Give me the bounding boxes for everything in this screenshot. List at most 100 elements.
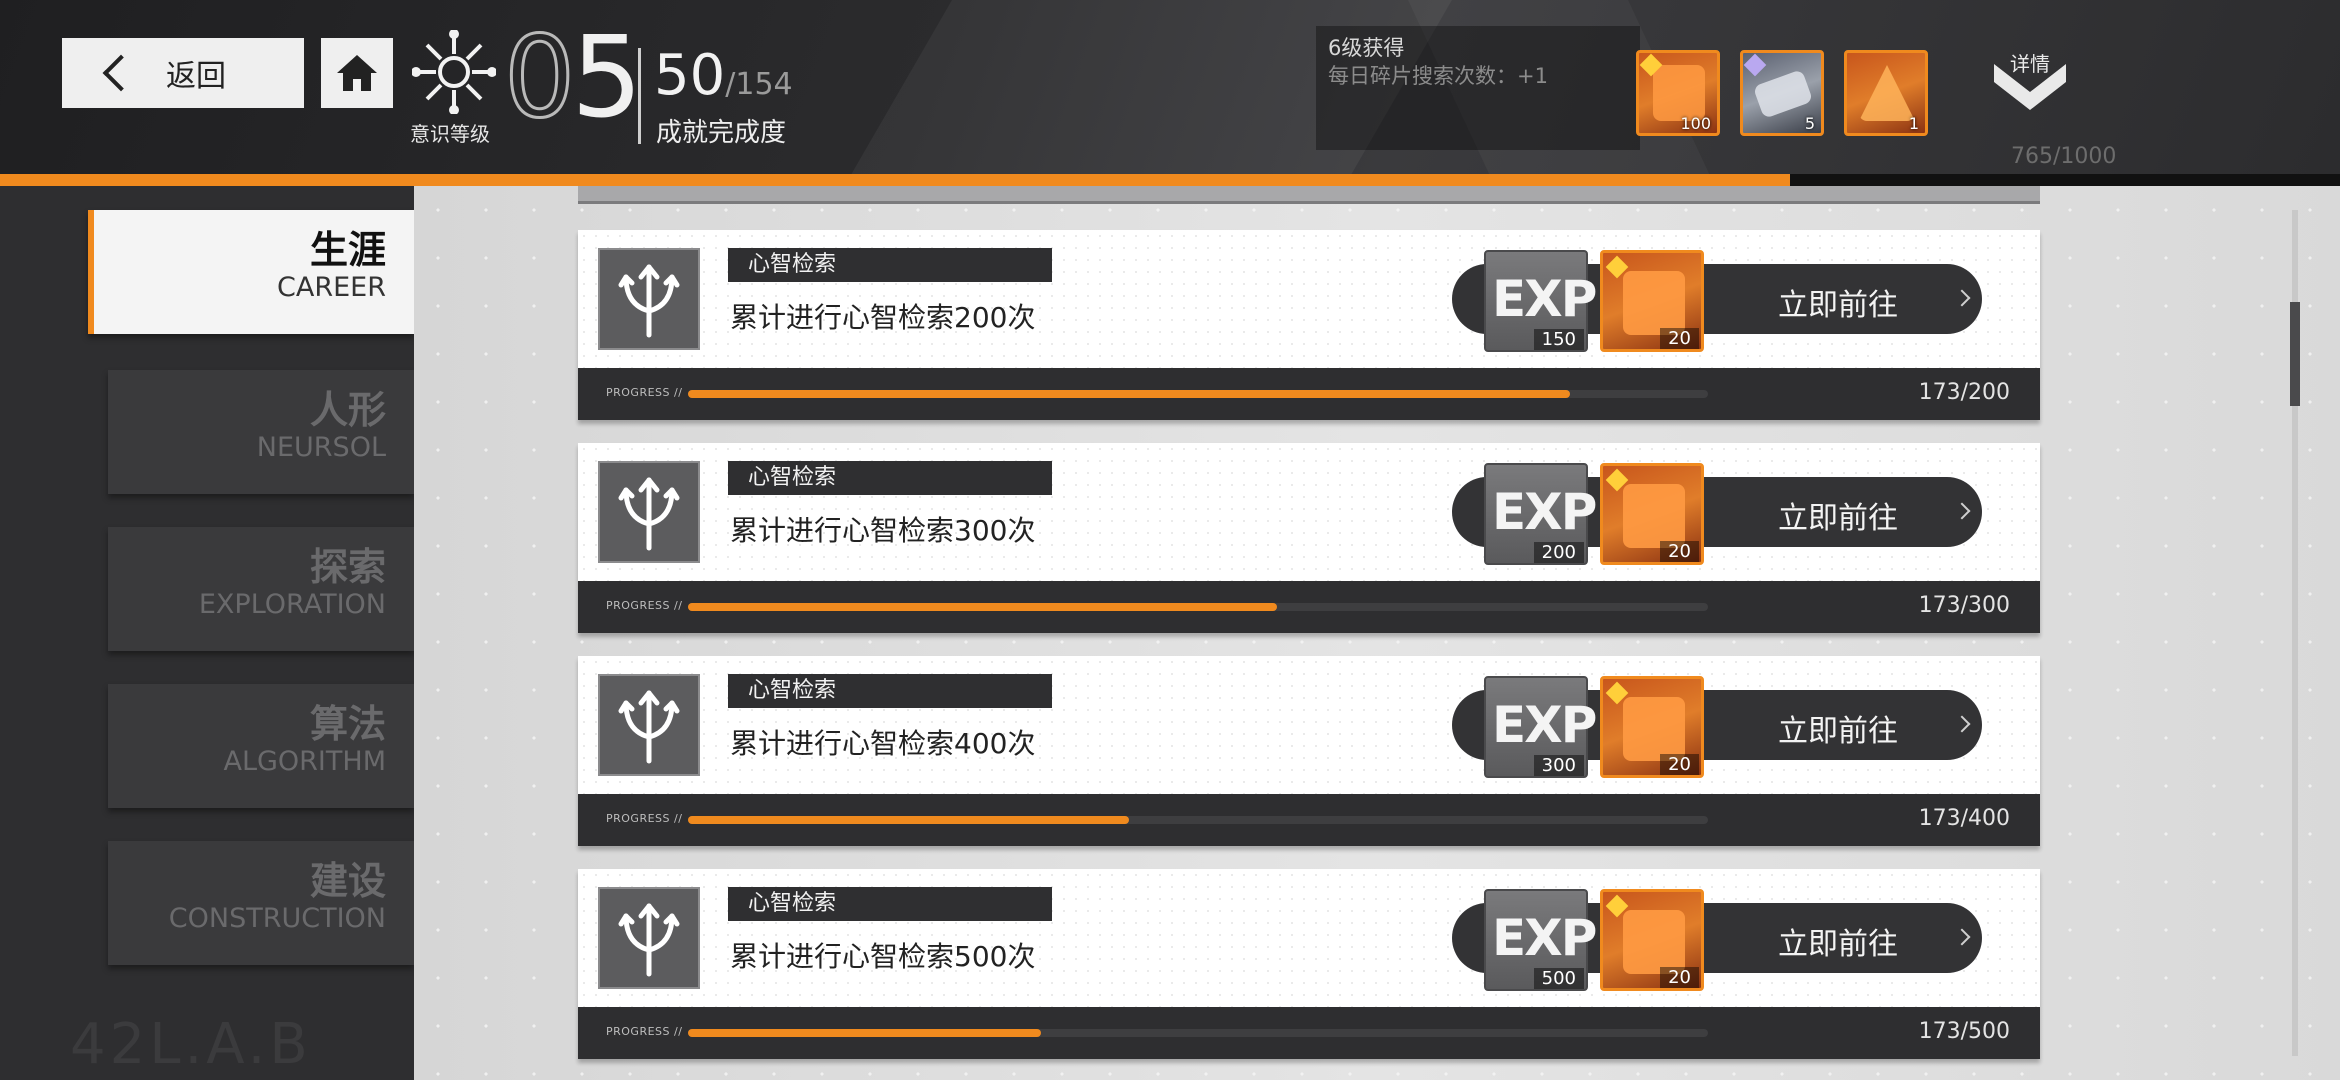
fragment-icon xyxy=(1623,484,1685,548)
exp-qty: 300 xyxy=(1533,755,1584,776)
tab-exploration[interactable]: 探索 EXPLORATION xyxy=(108,527,414,651)
fragment-reward: 20 xyxy=(1600,250,1704,352)
divider xyxy=(638,48,641,144)
progress-bar xyxy=(688,390,1708,398)
tab-construction[interactable]: 建设 CONSTRUCTION xyxy=(108,841,414,965)
achievement-category: 心智检索 xyxy=(728,887,1052,921)
achievement-list[interactable]: 心智检索 累计进行心智检索200次 EXP 150 20 立即前往 PROGRE… xyxy=(414,186,2340,1080)
achievement-category: 心智检索 xyxy=(728,674,1052,708)
achievement-count: 50/154 xyxy=(654,48,793,104)
tab-neursol[interactable]: 人形 NEURSOL xyxy=(108,370,414,494)
achievement-card: 心智检索 累计进行心智检索500次 EXP 500 20 立即前往 PROGRE… xyxy=(578,869,2040,1059)
fragment-icon xyxy=(1623,910,1685,974)
progress-label: PROGRESS // xyxy=(606,599,683,612)
fragment-reward: 20 xyxy=(1600,889,1704,991)
trident-icon xyxy=(618,264,680,338)
progress-text: 173/200 xyxy=(1918,380,2010,405)
exp-qty: 500 xyxy=(1533,968,1584,989)
achievement-category: 心智检索 xyxy=(728,461,1052,495)
level-progress-bar xyxy=(0,174,2340,186)
consciousness-level-icon xyxy=(412,30,496,114)
achievement-title: 累计进行心智检索200次 xyxy=(730,301,1036,334)
trident-icon xyxy=(618,477,680,551)
trident-icon xyxy=(618,903,680,977)
fragment-icon xyxy=(1623,271,1685,335)
watermark-logo: 42L.A.B xyxy=(70,1012,312,1077)
achievement-completed: 50 xyxy=(654,43,726,108)
achievement-card: 心智检索 累计进行心智检索400次 EXP 300 20 立即前往 PROGRE… xyxy=(578,656,2040,846)
exp-qty: 200 xyxy=(1533,542,1584,563)
achievement-title: 累计进行心智检索300次 xyxy=(730,514,1036,547)
progress-text: 173/300 xyxy=(1918,593,2010,618)
achievement-icon xyxy=(598,887,700,989)
progress-row: PROGRESS // 173/500 xyxy=(578,1007,2040,1059)
progress-row: PROGRESS // 173/300 xyxy=(578,581,2040,633)
progress-row: PROGRESS // 173/400 xyxy=(578,794,2040,846)
achievement-card: 心智检索 累计进行心智检索200次 EXP 150 20 立即前往 PROGRE… xyxy=(578,230,2040,420)
progress-label: PROGRESS // xyxy=(606,1025,683,1038)
goto-button-label[interactable]: 立即前往 xyxy=(1778,493,1898,537)
level-digit: 5 xyxy=(571,13,642,143)
tab-label-cn: 探索 xyxy=(309,545,386,589)
back-button-label: 返回 xyxy=(166,59,226,94)
home-icon xyxy=(337,55,377,91)
fragment-icon xyxy=(1623,697,1685,761)
progress-label: PROGRESS // xyxy=(606,386,683,399)
list-top-edge xyxy=(578,186,2040,204)
progress-fill xyxy=(688,390,1571,398)
tab-career[interactable]: 生涯 CAREER xyxy=(88,210,414,334)
fragment-qty: 20 xyxy=(1660,967,1699,988)
reward-qty: 1 xyxy=(1908,114,1919,133)
ticket-icon xyxy=(1752,69,1814,119)
chevron-down-icon[interactable] xyxy=(1990,44,2070,124)
progress-text: 173/400 xyxy=(1918,806,2010,831)
level-label: 意识等级 xyxy=(410,122,490,146)
exp-icon: EXP xyxy=(1492,483,1597,541)
achievement-title: 累计进行心智检索400次 xyxy=(730,727,1036,760)
fragment-qty: 20 xyxy=(1660,541,1699,562)
progress-bar xyxy=(688,816,1708,824)
achievement-category: 心智检索 xyxy=(728,248,1052,282)
exp-icon: EXP xyxy=(1492,696,1597,754)
home-button[interactable] xyxy=(321,38,393,108)
level-digit-ghost: 0 xyxy=(502,13,576,143)
progress-fill xyxy=(688,603,1277,611)
level-reward-title: 6级获得 xyxy=(1328,36,1405,60)
reward-qty: 100 xyxy=(1680,114,1711,133)
reward-item-crystal[interactable]: 1 xyxy=(1844,50,1928,136)
exp-icon: EXP xyxy=(1492,909,1597,967)
reward-item-fragment[interactable]: 100 xyxy=(1636,50,1720,136)
fragment-qty: 20 xyxy=(1660,754,1699,775)
scrollbar-thumb[interactable] xyxy=(2290,302,2300,406)
achievement-card: 心智检索 累计进行心智检索300次 EXP 200 20 立即前往 PROGRE… xyxy=(578,443,2040,633)
top-bar: 返回 意识等级 05 50/154 成就完成度 6级获得 每日碎片搜索次数：+1… xyxy=(0,0,2340,174)
progress-fill xyxy=(688,816,1130,824)
tab-label-en: ALGORITHM xyxy=(223,745,386,777)
progress-text: 173/500 xyxy=(1918,1019,2010,1044)
goto-button-label[interactable]: 立即前往 xyxy=(1778,919,1898,963)
exp-reward: EXP 200 xyxy=(1484,463,1597,565)
tab-algorithm[interactable]: 算法 ALGORITHM xyxy=(108,684,414,808)
goto-button-label[interactable]: 立即前往 xyxy=(1778,280,1898,324)
chevron-left-icon xyxy=(102,54,140,92)
badge-icon xyxy=(1743,53,1767,77)
progress-fill xyxy=(688,1029,1041,1037)
tab-label-en: CAREER xyxy=(277,271,386,303)
exp-icon: EXP xyxy=(1492,270,1597,328)
progress-row: PROGRESS // 173/200 xyxy=(578,368,2040,420)
goto-button-label[interactable]: 立即前往 xyxy=(1778,706,1898,750)
achievement-label: 成就完成度 xyxy=(656,118,787,148)
progress-label: PROGRESS // xyxy=(606,812,683,825)
achievement-total: /154 xyxy=(725,67,793,102)
fragment-icon xyxy=(1653,65,1705,121)
trident-icon xyxy=(618,690,680,764)
achievement-title: 累计进行心智检索500次 xyxy=(730,940,1036,973)
back-button[interactable]: 返回 xyxy=(62,38,304,108)
exp-reward: EXP 150 xyxy=(1484,250,1597,352)
crystal-icon xyxy=(1859,65,1915,121)
reward-item-ticket[interactable]: 5 xyxy=(1740,50,1824,136)
tab-label-en: NEURSOL xyxy=(256,431,386,463)
tab-label-cn: 建设 xyxy=(309,859,386,903)
level-exp-progress: 765/1000 xyxy=(2011,144,2117,169)
progress-bar xyxy=(688,603,1708,611)
